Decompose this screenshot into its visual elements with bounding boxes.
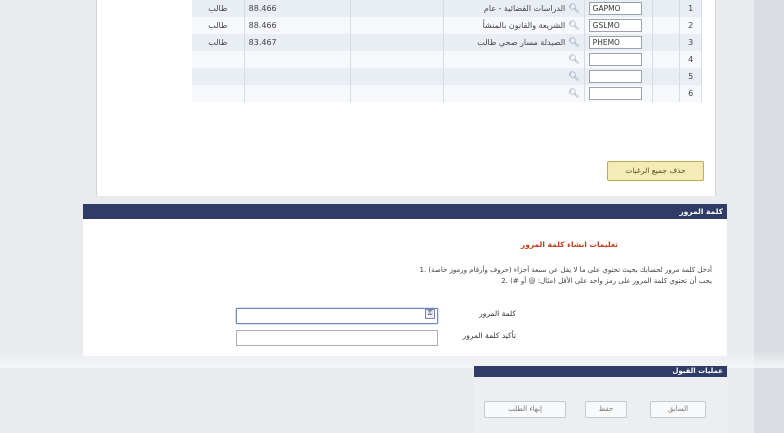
right-margin-strip <box>754 0 784 433</box>
choice-code-cell <box>584 85 653 102</box>
choice-row: طالب 83.467 الصيدلة مسار صحي طالب 🔍︎ PHEMO 3 <box>192 34 702 51</box>
search-icon[interactable]: 🔍︎ <box>568 21 579 31</box>
choice-gap <box>652 68 681 85</box>
choice-name-cell: 🔍︎ <box>443 51 585 68</box>
confirm-password-input[interactable] <box>236 330 438 346</box>
choice-code-input[interactable] <box>588 87 642 100</box>
choice-spacer <box>350 0 444 17</box>
password-section-header: كلمة المرور <box>83 204 727 219</box>
choice-gap <box>652 85 681 102</box>
choice-number: 6 <box>679 85 702 102</box>
choice-name-cell: 🔍︎ <box>443 85 585 102</box>
choice-name-cell: الدراسات القضائية - عام 🔍︎ <box>443 0 585 17</box>
choice-rate: 83.467 <box>244 34 352 51</box>
choice-number: 2 <box>679 17 702 34</box>
search-icon[interactable]: 🔍︎ <box>568 72 579 82</box>
choice-row: طالب 88.466 الشريعة والقانون بالمنشأ 🔍︎ GSLM… <box>192 17 702 34</box>
choice-spacer <box>350 51 444 68</box>
choice-name: الشريعة والقانون بالمنشأ <box>482 20 566 30</box>
choice-rate: 88.466 <box>244 17 352 34</box>
choice-code-cell: GAPMO <box>584 0 653 17</box>
choice-name-cell: الشريعة والقانون بالمنشأ 🔍︎ <box>443 17 585 34</box>
delete-all-choices-button[interactable]: حذف جميع الرغبات <box>607 161 704 181</box>
search-icon[interactable]: 🔍︎ <box>568 38 579 48</box>
choice-gap <box>652 17 681 34</box>
choice-gender: طالب <box>192 34 245 51</box>
choice-gender <box>192 85 245 102</box>
choice-row: طالب 88.466 الدراسات القضائية - عام 🔍︎ GAPMO… <box>192 0 702 17</box>
choice-name: الدراسات القضائية - عام <box>483 3 566 13</box>
choice-number: 4 <box>679 51 702 68</box>
choice-row: 🔍︎ 4 <box>192 51 702 68</box>
choice-code-cell: PHEMO <box>584 34 653 51</box>
end-request-button[interactable]: إنهاء الطلب <box>484 401 566 418</box>
choice-gender <box>192 68 245 85</box>
choice-gender: طالب <box>192 0 245 17</box>
confirm-password-label: تأكيد كلمة المرور <box>462 331 516 340</box>
search-icon[interactable]: 🔍︎ <box>568 4 579 14</box>
choice-code-input[interactable]: GSLMO <box>588 19 642 32</box>
password-instruction-2: 2. يجب أن تحتوي كلمة المرور على رمز واحد… <box>501 277 712 285</box>
password-label: كلمة المرور <box>479 309 516 318</box>
admission-operations-header: عمليات القبول <box>474 366 727 377</box>
choice-spacer <box>350 34 444 51</box>
choice-code-input[interactable] <box>588 53 642 66</box>
choice-row: 🔍︎ 6 <box>192 85 702 102</box>
choice-gender <box>192 51 245 68</box>
choice-code-input[interactable] <box>588 70 642 83</box>
choice-spacer <box>350 17 444 34</box>
choice-row: 🔍︎ 5 <box>192 68 702 85</box>
choice-name-cell: الصيدلة مسار صحي طالب 🔍︎ <box>443 34 585 51</box>
choice-rate <box>244 51 352 68</box>
choice-gap <box>652 34 681 51</box>
choice-code-input[interactable]: PHEMO <box>588 36 642 49</box>
choice-rate <box>244 68 352 85</box>
choice-name-cell: 🔍︎ <box>443 68 585 85</box>
key-icon: ⚿ <box>425 309 435 319</box>
password-instruction-1: 1. أدخل كلمة مرور لحسابك بحيث تحتوي على … <box>419 266 712 274</box>
choice-spacer <box>350 85 444 102</box>
choices-table: طالب 88.466 الدراسات القضائية - عام 🔍︎ GAPMO… <box>192 0 702 102</box>
choice-code-cell <box>584 68 653 85</box>
choice-rate: 88.466 <box>244 0 352 17</box>
search-icon[interactable]: 🔍︎ <box>568 55 579 65</box>
choice-code-cell <box>584 51 653 68</box>
choice-code-input[interactable]: GAPMO <box>588 2 642 15</box>
choice-gap <box>652 51 681 68</box>
choice-number: 5 <box>679 68 702 85</box>
choice-name: الصيدلة مسار صحي طالب <box>477 37 566 47</box>
choice-gender: طالب <box>192 17 245 34</box>
save-button[interactable]: حفظ <box>585 401 627 418</box>
password-instructions-title: تعليمات انشاء كلمة المرور <box>520 240 618 249</box>
choice-gap <box>652 0 681 17</box>
choice-code-cell: GSLMO <box>584 17 653 34</box>
password-input[interactable] <box>236 308 438 324</box>
choice-number: 3 <box>679 34 702 51</box>
previous-button[interactable]: السابق <box>650 401 706 418</box>
choice-rate <box>244 85 352 102</box>
choice-number: 1 <box>679 0 702 17</box>
choice-spacer <box>350 68 444 85</box>
search-icon[interactable]: 🔍︎ <box>568 89 579 99</box>
